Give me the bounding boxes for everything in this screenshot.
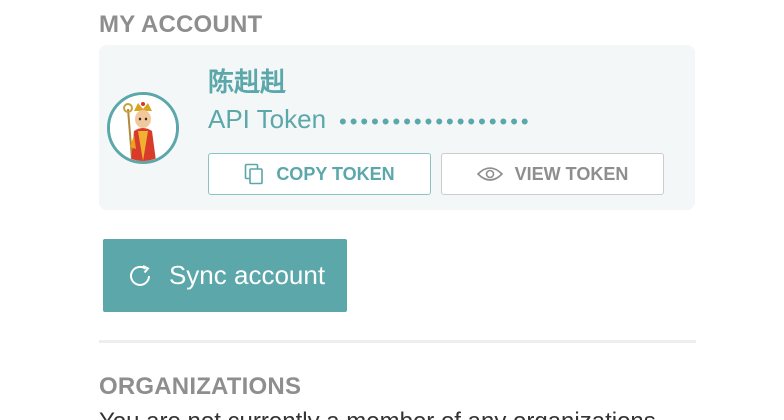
- avatar[interactable]: [107, 92, 179, 164]
- section-divider: [99, 340, 696, 343]
- api-token-label: API Token: [208, 104, 327, 134]
- api-token-masked-value: ••••••••••••••••••: [339, 109, 532, 134]
- my-account-heading: MY ACCOUNT: [99, 11, 263, 38]
- sync-account-button[interactable]: Sync account: [103, 239, 347, 312]
- account-settings-page: MY ACCOUNT 陈赳赳 API Token •••••••••••••••…: [0, 0, 784, 420]
- view-token-label: VIEW TOKEN: [514, 163, 629, 184]
- organizations-heading: ORGANIZATIONS: [99, 373, 302, 400]
- refresh-icon: [125, 261, 155, 291]
- eye-icon: [476, 166, 503, 182]
- user-name: 陈赳赳: [208, 67, 287, 97]
- copy-token-button[interactable]: COPY TOKEN: [208, 153, 431, 195]
- monk-avatar-icon: [110, 95, 176, 161]
- organizations-description: You are not currently a member of any or…: [99, 408, 662, 420]
- copy-icon: [244, 163, 264, 185]
- copy-token-label: COPY TOKEN: [276, 163, 395, 184]
- account-card: 陈赳赳 API Token •••••••••••••••••• COPY TO…: [99, 45, 695, 210]
- sync-account-label: Sync account: [168, 260, 326, 290]
- view-token-button[interactable]: VIEW TOKEN: [441, 153, 664, 195]
